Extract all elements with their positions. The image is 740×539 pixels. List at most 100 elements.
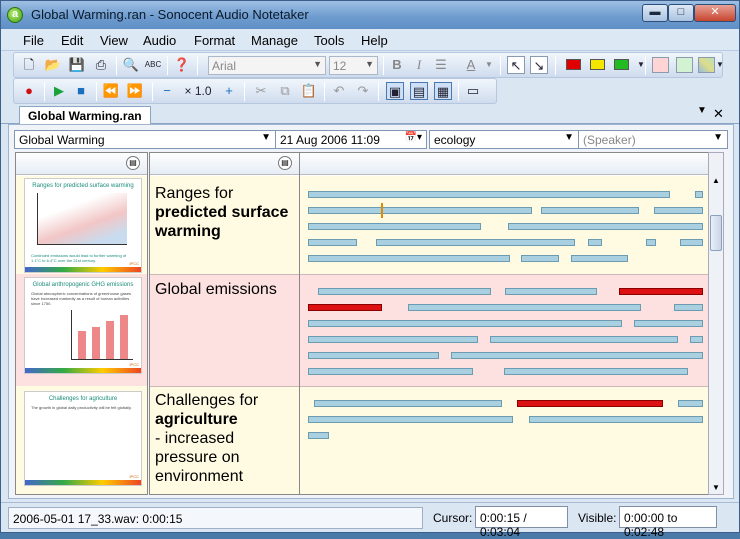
- redo-icon[interactable]: ↷: [354, 82, 372, 100]
- document-tab[interactable]: Global Warming.ran: [19, 106, 151, 125]
- find-icon[interactable]: 🔍: [122, 56, 140, 74]
- open-folder-icon[interactable]: 📂: [44, 56, 62, 74]
- audio-chunk[interactable]: [318, 288, 491, 295]
- slides-view-icon[interactable]: ▣: [386, 82, 404, 100]
- record-icon[interactable]: ●: [20, 82, 38, 100]
- audio-chunk[interactable]: [634, 320, 703, 327]
- audio-chunk[interactable]: [541, 207, 639, 214]
- menu-view[interactable]: View: [100, 33, 128, 48]
- audio-chunk[interactable]: [680, 239, 703, 246]
- minimize-button[interactable]: ▬: [642, 4, 668, 22]
- audio-chunk[interactable]: [308, 223, 481, 230]
- bold-icon[interactable]: B: [388, 56, 406, 74]
- audio-chunk[interactable]: [308, 352, 439, 359]
- menu-manage[interactable]: Manage: [251, 33, 298, 48]
- green-highlight-icon[interactable]: [614, 59, 629, 70]
- category-select[interactable]: ecology ▼: [429, 130, 579, 149]
- audio-chunk[interactable]: [529, 416, 703, 423]
- scroll-up-icon[interactable]: ▲: [712, 176, 720, 185]
- copy-icon[interactable]: ⧉: [276, 82, 294, 100]
- audio-chunk[interactable]: [308, 207, 532, 214]
- vertical-scrollbar[interactable]: ▲ ▼: [708, 152, 724, 495]
- font-size-select[interactable]: 12 ▼: [329, 56, 378, 75]
- close-tab-icon[interactable]: ✕: [713, 106, 724, 122]
- menu-edit[interactable]: Edit: [61, 33, 83, 48]
- help-icon[interactable]: ❓: [173, 56, 191, 74]
- text-pane-menu-icon[interactable]: ▤: [278, 156, 292, 170]
- speaker-select[interactable]: (Speaker) ▼: [578, 130, 728, 149]
- text-view-icon[interactable]: ▤: [410, 82, 428, 100]
- skip-forward-icon[interactable]: ⏩: [126, 82, 144, 100]
- audio-chunk[interactable]: [308, 320, 622, 327]
- italic-icon[interactable]: I: [410, 56, 428, 74]
- font-color-icon[interactable]: A: [462, 56, 480, 74]
- layout-icon[interactable]: ▭: [464, 82, 482, 100]
- speed-decrease-icon[interactable]: −: [158, 82, 176, 100]
- scroll-down-icon[interactable]: ▼: [712, 483, 720, 492]
- audio-chunk[interactable]: [490, 336, 678, 343]
- menu-tools[interactable]: Tools: [314, 33, 344, 48]
- audio-chunk[interactable]: [678, 400, 703, 407]
- audio-chunk[interactable]: [571, 255, 628, 262]
- font-name-select[interactable]: Arial ▼: [208, 56, 326, 75]
- play-icon[interactable]: ▶: [50, 82, 68, 100]
- menu-file[interactable]: File: [23, 33, 44, 48]
- audio-view-icon[interactable]: ▦: [434, 82, 452, 100]
- audio-chunk[interactable]: [308, 416, 513, 423]
- new-file-icon[interactable]: 🗋: [20, 56, 38, 74]
- audio-chunk[interactable]: [308, 255, 510, 262]
- close-button[interactable]: ✕: [694, 4, 736, 22]
- paste-icon[interactable]: 📋: [300, 82, 318, 100]
- audio-chunk[interactable]: [308, 239, 357, 246]
- menu-help[interactable]: Help: [361, 33, 388, 48]
- pink-section-color-icon[interactable]: [652, 57, 669, 73]
- spellcheck-icon[interactable]: ABC: [144, 56, 162, 74]
- audio-chunk[interactable]: [308, 368, 473, 375]
- scrollbar-thumb[interactable]: [710, 215, 722, 251]
- audio-chunk[interactable]: [308, 432, 329, 439]
- tab-list-icon[interactable]: ▼: [697, 105, 707, 116]
- skip-back-icon[interactable]: ⏪: [102, 82, 120, 100]
- print-icon[interactable]: ⎙: [92, 56, 110, 74]
- audio-chunk-highlighted[interactable]: [517, 400, 663, 407]
- maximize-button[interactable]: □: [668, 4, 694, 22]
- audio-chunk[interactable]: [654, 207, 703, 214]
- speed-increase-icon[interactable]: +: [220, 82, 238, 100]
- save-icon[interactable]: 💾: [68, 56, 86, 74]
- text-section[interactable]: Challenges for agriculture - increased p…: [150, 387, 299, 494]
- slide-thumbnail[interactable]: Global anthropogenic GHG emissions Globa…: [24, 277, 142, 374]
- undo-icon[interactable]: ↶: [330, 82, 348, 100]
- slide-thumbnail[interactable]: Ranges for predicted surface warming Con…: [24, 178, 142, 273]
- font-color-dropdown-icon[interactable]: ▼: [480, 56, 498, 74]
- indent-right-icon[interactable]: ↘: [530, 56, 548, 74]
- highlight-dropdown-icon[interactable]: ▼: [632, 56, 650, 74]
- indent-left-icon[interactable]: ↖: [507, 56, 525, 74]
- audio-chunk[interactable]: [308, 336, 478, 343]
- audio-chunk[interactable]: [408, 304, 641, 311]
- menu-audio[interactable]: Audio: [143, 33, 176, 48]
- audio-chunk[interactable]: [504, 368, 688, 375]
- section-color-dropdown-icon[interactable]: ▼: [715, 56, 725, 74]
- yellow-highlight-icon[interactable]: [590, 59, 605, 70]
- audio-chunk[interactable]: [690, 336, 703, 343]
- green-section-color-icon[interactable]: [676, 57, 693, 73]
- date-select[interactable]: 21 Aug 2006 11:09 📅▾: [275, 130, 427, 149]
- cut-icon[interactable]: ✂: [252, 82, 270, 100]
- red-highlight-icon[interactable]: [566, 59, 581, 70]
- slide-thumbnail[interactable]: Challenges for agriculture The growth in…: [24, 391, 142, 486]
- audio-chunk[interactable]: [314, 400, 502, 407]
- topic-select[interactable]: Global Warming ▼: [14, 130, 276, 149]
- audio-chunk[interactable]: [376, 239, 575, 246]
- audio-chunk[interactable]: [588, 239, 602, 246]
- audio-chunk[interactable]: [674, 304, 703, 311]
- stop-icon[interactable]: ■: [72, 82, 90, 100]
- section-color-palette-icon[interactable]: [698, 57, 715, 73]
- audio-chunk[interactable]: [646, 239, 656, 246]
- playback-cursor[interactable]: [381, 203, 383, 218]
- audio-chunk[interactable]: [508, 223, 703, 230]
- bullet-list-icon[interactable]: ☰: [432, 56, 450, 74]
- audio-chunk[interactable]: [521, 255, 559, 262]
- menu-format[interactable]: Format: [194, 33, 235, 48]
- audio-chunk[interactable]: [695, 191, 703, 198]
- audio-chunk[interactable]: [505, 288, 597, 295]
